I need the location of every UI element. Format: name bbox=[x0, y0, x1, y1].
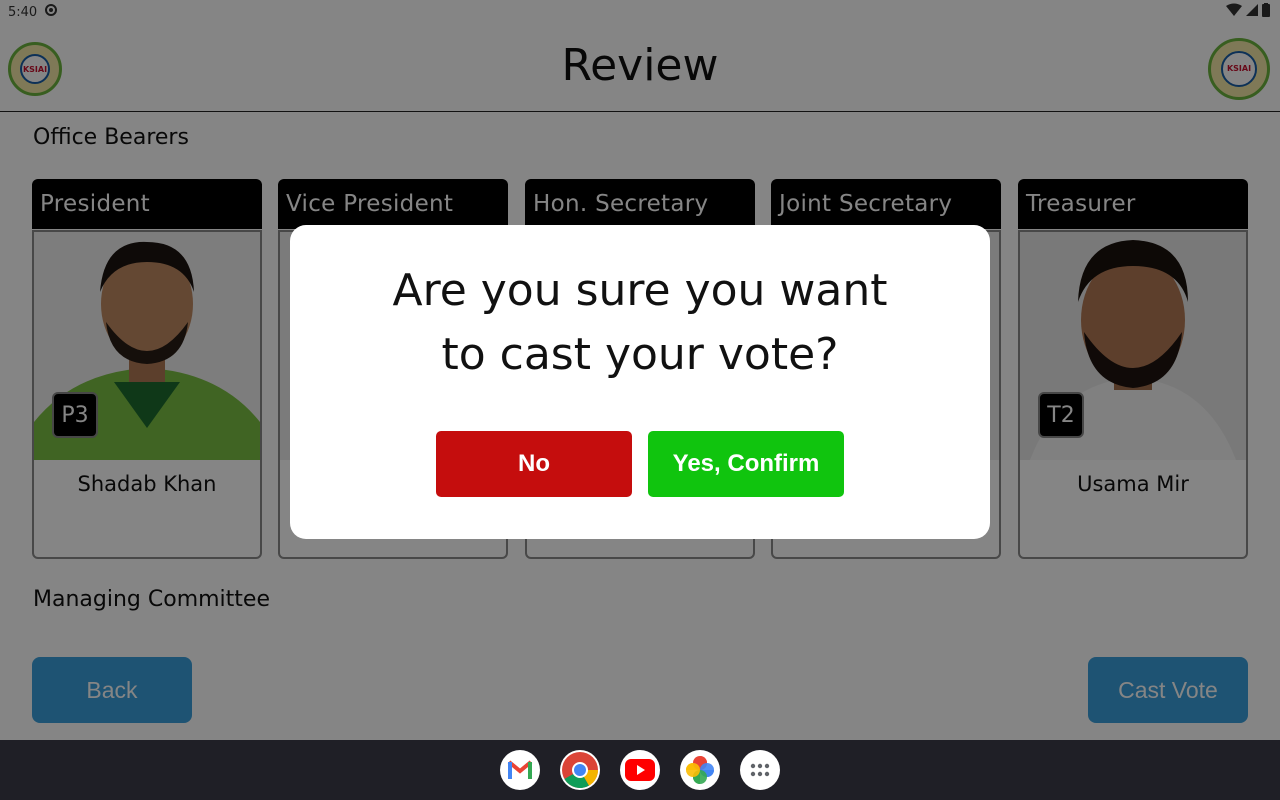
no-button[interactable]: No bbox=[436, 431, 632, 497]
chrome-icon[interactable] bbox=[560, 750, 600, 790]
photos-icon[interactable] bbox=[680, 750, 720, 790]
youtube-icon[interactable] bbox=[620, 750, 660, 790]
app-drawer-icon[interactable] bbox=[740, 750, 780, 790]
dialog-message: Are you sure you want to cast your vote? bbox=[392, 265, 888, 380]
yes-confirm-button[interactable]: Yes, Confirm bbox=[648, 431, 844, 497]
taskbar bbox=[0, 740, 1280, 800]
confirm-vote-dialog: Are you sure you want to cast your vote?… bbox=[290, 225, 990, 539]
gmail-icon[interactable] bbox=[500, 750, 540, 790]
